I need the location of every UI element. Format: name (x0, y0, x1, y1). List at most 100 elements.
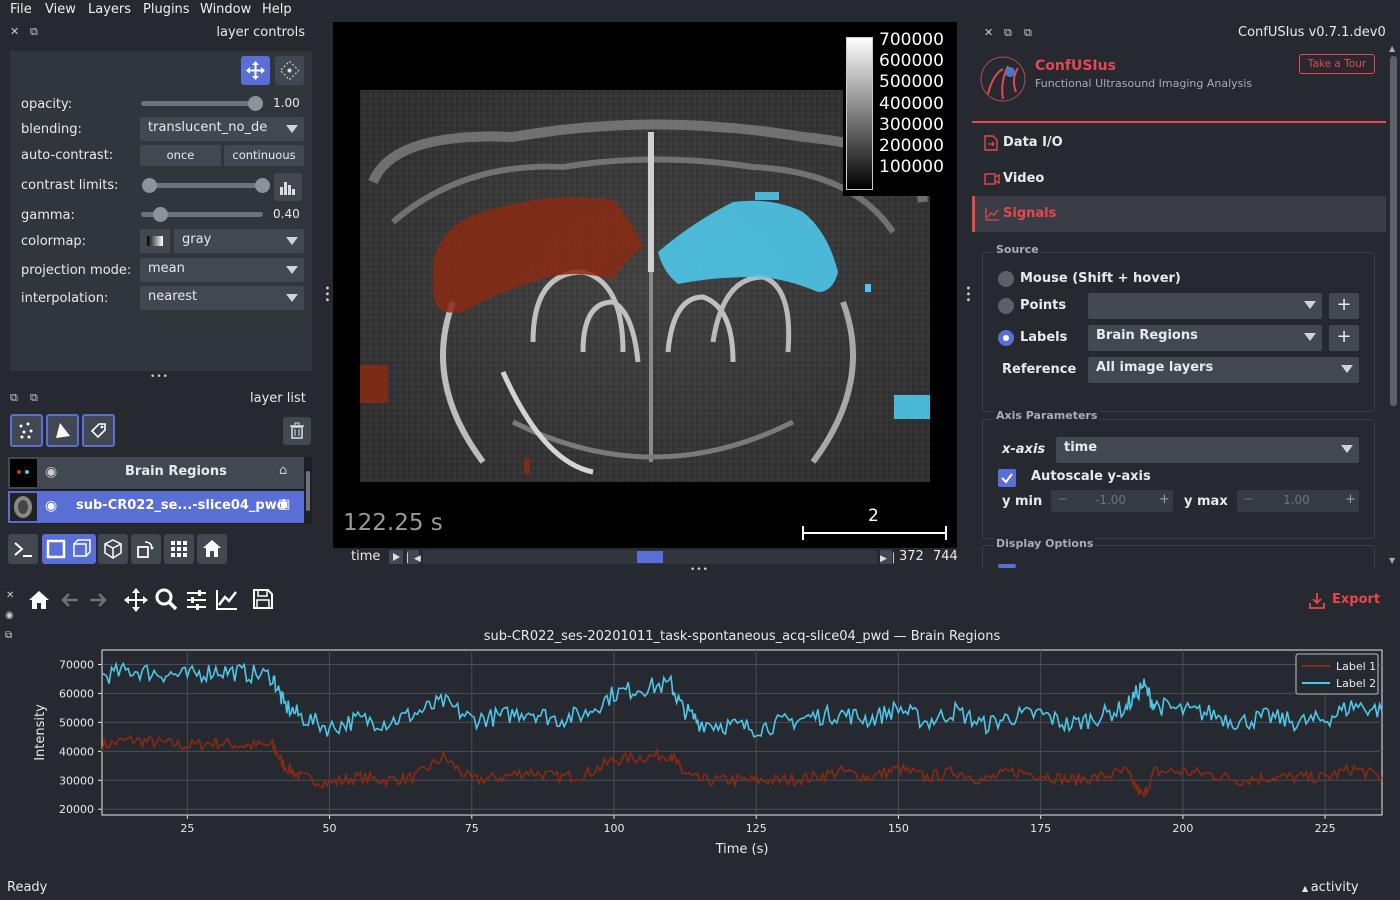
float-icon[interactable]: ⧉ (10, 391, 18, 405)
console-button[interactable] (8, 534, 38, 564)
time-dim-label: time (351, 549, 381, 564)
blending-select[interactable]: translucent_no_de (140, 117, 304, 141)
save-icon[interactable] (251, 587, 275, 611)
layer-list-scrollbar[interactable] (306, 471, 310, 511)
radio-points[interactable] (998, 298, 1014, 314)
viewer-canvas[interactable]: 700000 600000 500000 400000 300000 200000 1000… (333, 22, 957, 548)
close-icon[interactable]: ✕ (6, 590, 14, 601)
scroll-down-icon[interactable]: ▼ (1389, 556, 1395, 565)
menu-help[interactable]: Help (262, 2, 292, 17)
ymax-spinbox[interactable]: − 1.00 + (1237, 490, 1359, 512)
transform-button[interactable] (275, 56, 304, 85)
export-button[interactable]: Export (1307, 590, 1387, 612)
activity-button[interactable]: ▲ activity (1302, 880, 1359, 895)
time-slider[interactable] (423, 550, 877, 564)
xaxis-select[interactable]: time (1056, 437, 1359, 463)
add-labels-button[interactable]: + (1329, 325, 1359, 351)
grid-view-button[interactable] (164, 534, 194, 564)
layer-list: ◉ Brain Regions ⌂ ◉ sub-CR022_se...-slic… (8, 457, 312, 524)
new-shapes-layer-button[interactable] (46, 414, 79, 447)
frame-current[interactable]: 372 (899, 549, 924, 564)
autoscale-checkbox[interactable] (998, 469, 1016, 487)
gamma-value: 0.40 (273, 207, 300, 221)
plus-icon[interactable]: + (1345, 492, 1356, 507)
pan-zoom-button[interactable] (241, 56, 270, 85)
step-forward-button[interactable]: ▶▕ (880, 550, 894, 564)
left-dock-splitter[interactable]: ••• (321, 285, 332, 303)
zoom-icon[interactable] (154, 587, 180, 613)
plus-icon[interactable]: + (1159, 492, 1170, 507)
take-tour-button[interactable]: Take a Tour (1299, 54, 1375, 74)
layer-name[interactable]: sub-CR022_se...-slice04_pwd (76, 498, 286, 513)
menu-window[interactable]: Window (200, 2, 251, 17)
opacity-slider[interactable] (141, 101, 261, 106)
ndisplay-toggle-button[interactable] (42, 534, 96, 564)
float-icon[interactable]: ◉ (5, 610, 14, 621)
detach-icon[interactable]: ⧉ (1024, 26, 1032, 40)
points-select[interactable] (1088, 293, 1322, 319)
nav-video[interactable]: Video (972, 162, 1386, 196)
nav-data-io[interactable]: Data I/O (972, 126, 1386, 160)
new-points-layer-button[interactable] (10, 414, 43, 447)
layer-name[interactable]: Brain Regions (125, 464, 227, 479)
contrast-min-handle[interactable] (142, 178, 157, 193)
transpose-button[interactable] (131, 534, 161, 564)
radio-labels[interactable] (998, 330, 1014, 346)
projection-select[interactable]: mean (140, 258, 304, 282)
layer-row-image[interactable]: ◉ sub-CR022_se...-slice04_pwd ▣ (8, 491, 304, 523)
detach-icon[interactable]: ⧉ (5, 630, 12, 641)
reference-select[interactable]: All image layers (1088, 357, 1359, 383)
forward-arrow-icon[interactable] (86, 588, 110, 612)
menu-file[interactable]: File (10, 2, 32, 17)
x-tick-label: 200 (1172, 822, 1193, 835)
detach-icon[interactable]: ⧉ (30, 391, 38, 405)
layer-row-brain-regions[interactable]: ◉ Brain Regions ⌂ (8, 457, 304, 489)
autocontrast-continuous-button[interactable]: continuous (224, 145, 304, 166)
colormap-value: gray (182, 232, 212, 247)
nav-signals[interactable]: Signals (972, 196, 1386, 232)
float-icon[interactable]: ✕ (10, 25, 19, 38)
configure-subplots-icon[interactable] (184, 587, 210, 613)
roll-dims-button[interactable] (98, 534, 128, 564)
detach-icon[interactable]: ⧉ (30, 25, 38, 39)
ymin-spinbox[interactable]: − -1.00 + (1051, 490, 1173, 512)
float-icon[interactable]: ⧉ (1004, 26, 1012, 40)
plugin-scrollbar-handle[interactable] (1390, 56, 1397, 406)
edit-axis-icon[interactable] (214, 587, 240, 613)
display-checkbox[interactable] (998, 564, 1016, 568)
contrast-limits-slider[interactable] (146, 183, 264, 188)
reference-value: All image layers (1096, 360, 1214, 375)
close-icon[interactable]: ✕ (984, 26, 993, 39)
layer-controls-splitter[interactable]: ••• (150, 372, 169, 382)
reset-view-button[interactable] (197, 534, 227, 564)
back-arrow-icon[interactable] (58, 588, 82, 612)
menu-plugins[interactable]: Plugins (143, 2, 190, 17)
delete-layer-button[interactable] (283, 417, 311, 445)
labels-select[interactable]: Brain Regions (1088, 325, 1322, 351)
radio-mouse[interactable] (998, 271, 1014, 287)
time-slider-handle[interactable] (637, 551, 663, 563)
interpolation-select[interactable]: nearest (140, 286, 304, 310)
pan-icon[interactable] (122, 586, 150, 614)
menu-layers[interactable]: Layers (88, 2, 131, 17)
step-back-button[interactable]: ▏◀ (407, 550, 421, 564)
plugin-scrollbar[interactable]: ▲ ▼ (1387, 44, 1400, 568)
autocontrast-once-button[interactable]: once (140, 145, 221, 166)
opacity-slider-handle[interactable] (248, 96, 263, 111)
play-button[interactable] (389, 550, 403, 564)
visibility-eye-icon[interactable]: ◉ (45, 498, 57, 514)
scroll-up-icon[interactable]: ▲ (1389, 44, 1395, 53)
visibility-eye-icon[interactable]: ◉ (45, 464, 57, 480)
histogram-button[interactable] (274, 173, 302, 201)
bottom-dock-splitter[interactable]: ••• (690, 565, 709, 575)
signal-chart[interactable]: sub-CR022_ses-20201011_task-spontaneous_… (20, 622, 1395, 872)
home-icon[interactable] (27, 588, 51, 612)
colormap-select[interactable]: gray (174, 229, 304, 253)
menu-view[interactable]: View (45, 2, 76, 17)
minus-icon[interactable]: − (1057, 492, 1068, 507)
new-labels-layer-button[interactable] (82, 414, 115, 447)
minus-icon[interactable]: − (1243, 492, 1254, 507)
gamma-slider-handle[interactable] (153, 207, 168, 222)
contrast-max-handle[interactable] (255, 178, 270, 193)
add-points-button[interactable]: + (1329, 293, 1359, 319)
